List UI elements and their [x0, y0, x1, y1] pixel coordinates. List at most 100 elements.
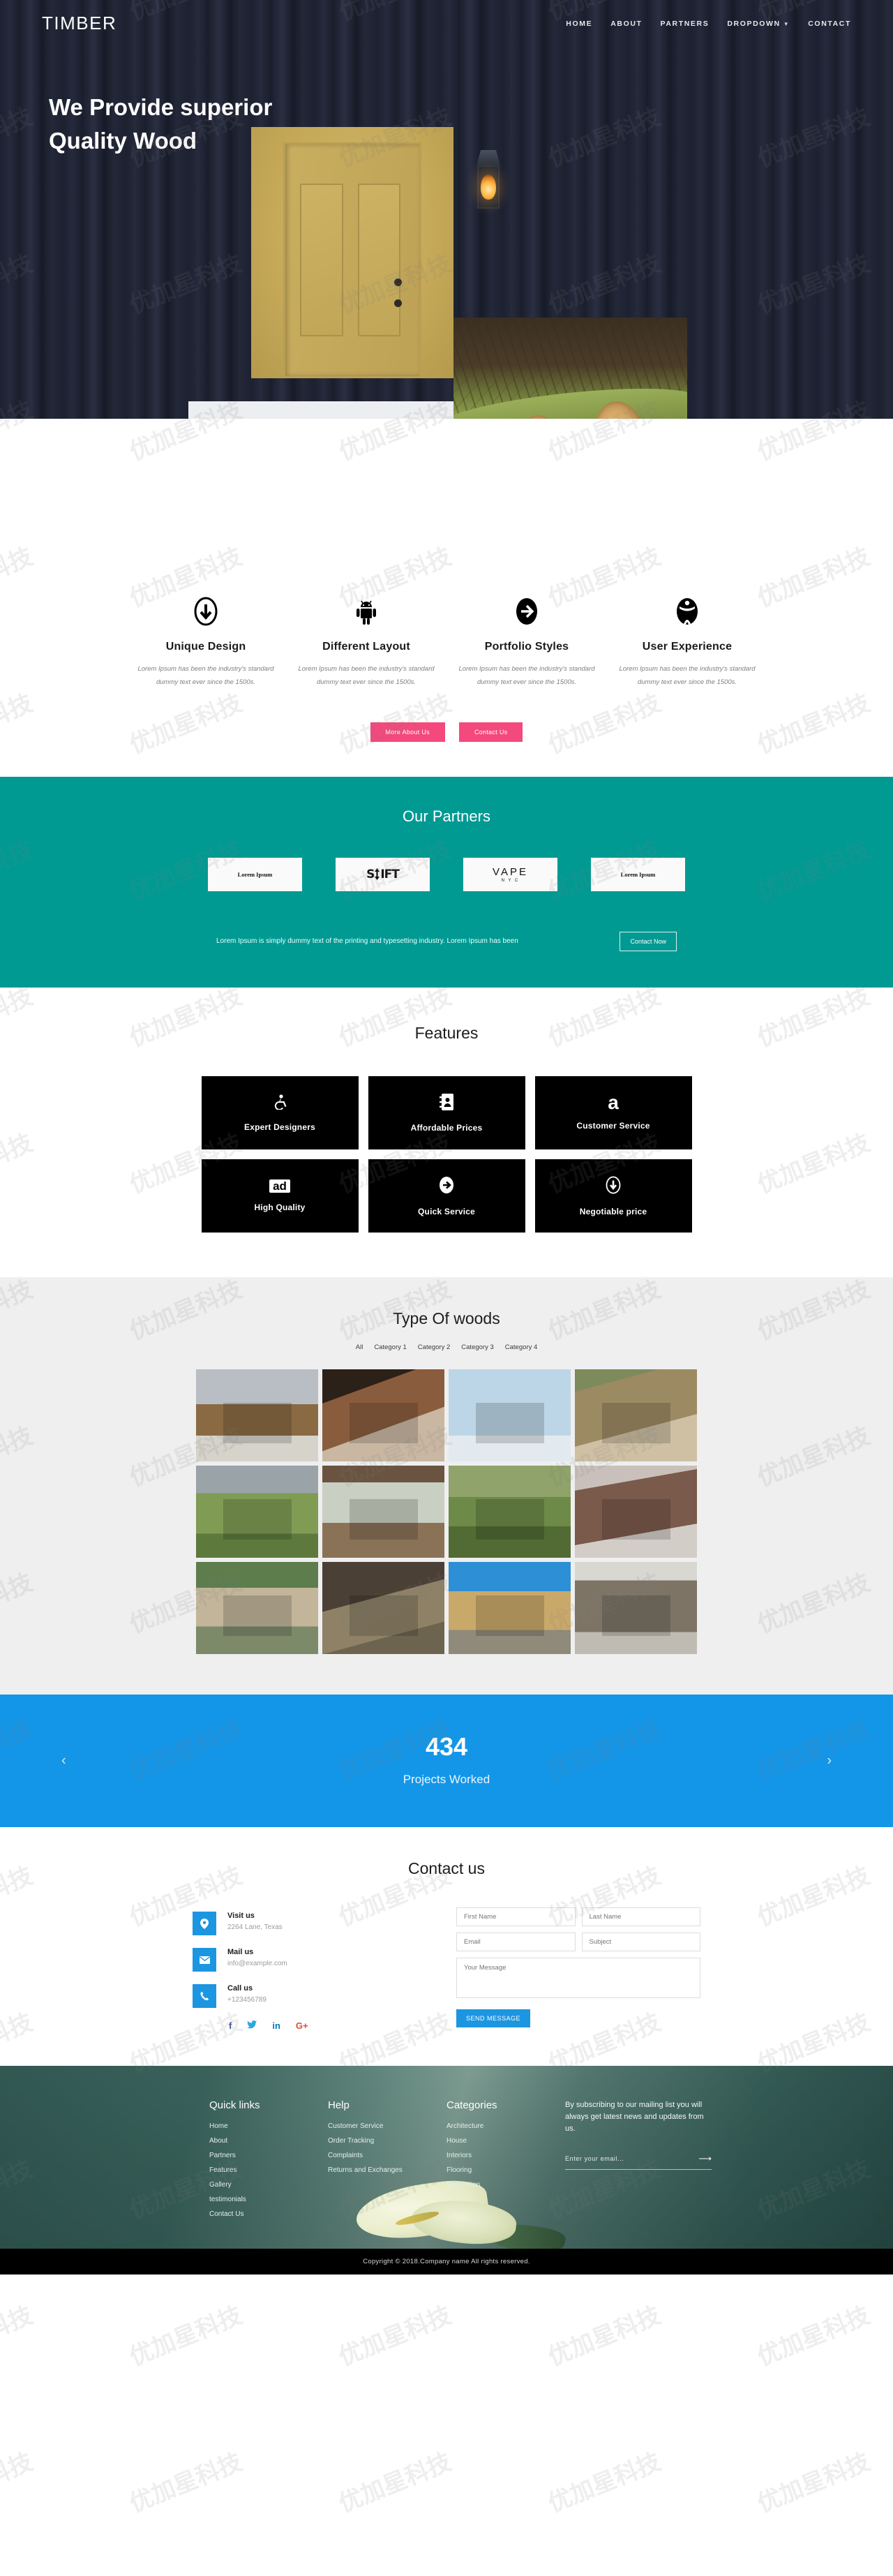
twitter-icon[interactable] [247, 2020, 257, 2031]
linkedin-icon[interactable]: in [272, 2020, 280, 2031]
partners-footer: Lorem Ipsum is simply dummy text of the … [216, 932, 677, 952]
nav-item-partners[interactable]: PARTNERS [661, 20, 710, 28]
arrow-right-icon[interactable]: ⟶ [698, 2153, 712, 2164]
contact-now-button[interactable]: Contact Now [620, 932, 677, 952]
feature-quick-service[interactable]: Quick Service [368, 1159, 525, 1233]
gallery-item[interactable] [575, 1369, 697, 1462]
nav-item-about[interactable]: ABOUT [610, 20, 642, 28]
filter-category-4[interactable]: Category 4 [505, 1343, 537, 1351]
footer-link-interiors[interactable]: Interiors [446, 2152, 529, 2159]
site-logo[interactable]: TIMBER [42, 13, 117, 34]
footer-link-partners[interactable]: Partners [209, 2152, 292, 2159]
message-textarea[interactable] [456, 1958, 700, 1999]
partners-note: Lorem Ipsum is simply dummy text of the … [216, 937, 518, 946]
door-photo [251, 127, 453, 378]
subject-input[interactable] [581, 1933, 700, 1952]
partner-logo-vape[interactable]: VAPE N Y C [463, 858, 557, 892]
gallery-item[interactable] [449, 1562, 571, 1655]
footer-link-customer-service[interactable]: Customer Service [328, 2122, 410, 2130]
feature-affordable-prices[interactable]: Affordable Prices [368, 1076, 525, 1150]
contact-us-button[interactable]: Contact Us [458, 722, 523, 743]
filter-category-2[interactable]: Category 2 [418, 1343, 450, 1351]
feature-label: Quick Service [418, 1206, 475, 1216]
features-heading: Features [414, 1024, 479, 1043]
footer-link-contact-us[interactable]: Contact Us [209, 2210, 292, 2218]
services-buttons: More About Us Contact Us [0, 722, 893, 743]
footer-link-complaints[interactable]: Complaints [328, 2152, 410, 2159]
footer-link-features[interactable]: Features [209, 2166, 292, 2174]
nav-item-dropdown[interactable]: DROPDOWN ▼ [727, 20, 790, 28]
gallery-item[interactable] [449, 1369, 571, 1462]
feature-high-quality[interactable]: ad High Quality [201, 1159, 359, 1233]
service-title: User Experience [642, 641, 733, 653]
footer-link-order-tracking[interactable]: Order Tracking [328, 2137, 410, 2145]
partner-logo-label: Lorem Ipsum [620, 871, 656, 879]
photo-shape [601, 1402, 670, 1443]
gallery-item[interactable] [322, 1369, 444, 1462]
features-grid: Expert Designers Affordable Prices a Cus… [0, 1076, 893, 1233]
photo-shape [223, 1402, 292, 1443]
lantern-flame [481, 174, 496, 200]
more-about-us-button[interactable]: More About Us [370, 722, 445, 743]
service-different-layout: Different Layout Lorem Ipsum has been th… [286, 593, 446, 689]
filter-category-3[interactable]: Category 3 [461, 1343, 493, 1351]
gallery-filters: All Category 1 Category 2 Category 3 Cat… [0, 1343, 893, 1351]
gallery-item[interactable] [322, 1562, 444, 1655]
google-plus-icon[interactable]: G+ [296, 2020, 308, 2031]
footer-link-architecture[interactable]: Architecture [446, 2122, 529, 2130]
filter-all[interactable]: All [356, 1343, 363, 1351]
service-text: Lorem Ipsum has been the industry's stan… [458, 665, 595, 686]
partner-logo-shift[interactable]: S IFT [336, 858, 430, 892]
footer-link-decoration[interactable]: Decoration [446, 2181, 529, 2189]
partner-logo-4[interactable]: Lorem Ipsum [591, 858, 685, 892]
nav-item-home[interactable]: HOME [566, 20, 592, 28]
gallery-item[interactable] [575, 1562, 697, 1655]
gallery-item[interactable] [322, 1466, 444, 1558]
footer-column-quick-links: Quick links Home About Partners Features… [209, 2099, 292, 2225]
chevron-down-icon: ▼ [783, 20, 790, 27]
partner-logo-1[interactable]: Lorem Ipsum [208, 858, 302, 892]
last-name-input[interactable] [581, 1907, 700, 1927]
footer-link-returns[interactable]: Returns and Exchanges [328, 2166, 410, 2174]
gallery-item[interactable] [196, 1562, 318, 1655]
feature-expert-designers[interactable]: Expert Designers [201, 1076, 359, 1150]
filter-category-1[interactable]: Category 1 [374, 1343, 406, 1351]
gallery-item[interactable] [196, 1369, 318, 1462]
carousel-next-icon[interactable]: › [827, 1753, 832, 1769]
door-knob [393, 278, 402, 287]
photo-shape [349, 1595, 418, 1636]
circle-arrow-down-icon [135, 593, 276, 630]
gallery-item[interactable] [449, 1466, 571, 1558]
carousel-prev-icon[interactable]: ‹ [61, 1753, 66, 1769]
send-message-button[interactable]: SEND MESSAGE [456, 2009, 531, 2028]
feature-customer-service[interactable]: a Customer Service [534, 1076, 692, 1150]
lantern-top [476, 150, 500, 165]
email-input[interactable] [456, 1933, 576, 1952]
footer-columns: Quick links Home About Partners Features… [0, 2099, 893, 2225]
photo-shape [223, 1595, 292, 1636]
gallery-item[interactable] [575, 1466, 697, 1558]
gallery-item[interactable] [196, 1466, 318, 1558]
footer-column-categories: Categories Architecture House Interiors … [446, 2099, 529, 2225]
contact-wrapper: Visit us 2264 Lane, Texas Mail us info@e… [0, 1907, 893, 2031]
first-name-input[interactable] [456, 1907, 576, 1927]
phone-icon [193, 1984, 216, 2009]
footer-link-home[interactable]: Home [209, 2122, 292, 2130]
footer-link-flooring[interactable]: Flooring [446, 2166, 529, 2174]
feature-negotiable-price[interactable]: Negotiable price [534, 1159, 692, 1233]
facebook-icon[interactable]: f [229, 2020, 232, 2031]
partner-logo-label: Lorem Ipsum [237, 871, 273, 879]
newsletter-email-input[interactable] [565, 2155, 670, 2163]
feature-label: Affordable Prices [410, 1122, 483, 1133]
service-text: Lorem Ipsum has been the industry's stan… [137, 665, 274, 686]
site-footer: Quick links Home About Partners Features… [0, 2066, 893, 2249]
gallery-section: Type Of woods All Category 1 Category 2 … [0, 1277, 893, 1695]
footer-link-testimonials[interactable]: testimonials [209, 2196, 292, 2203]
service-title: Portfolio Styles [484, 641, 569, 653]
photo-shape [349, 1402, 418, 1443]
footer-column-title: Quick links [209, 2099, 260, 2112]
footer-link-house[interactable]: House [446, 2137, 529, 2145]
footer-link-gallery[interactable]: Gallery [209, 2181, 292, 2189]
nav-item-contact[interactable]: CONTACT [808, 20, 851, 28]
footer-link-about[interactable]: About [209, 2137, 292, 2145]
